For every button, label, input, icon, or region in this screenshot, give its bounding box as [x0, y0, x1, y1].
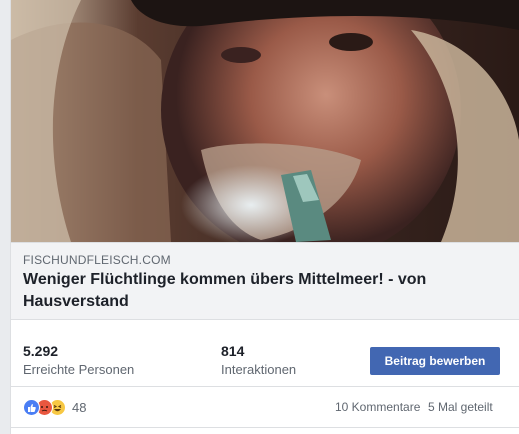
reactions-summary[interactable]: 48	[23, 398, 86, 416]
link-preview[interactable]: FISCHUNDFLEISCH.COM Weniger Flüchtlinge …	[11, 242, 519, 320]
portrait-photo	[11, 0, 519, 242]
post-card: FISCHUNDFLEISCH.COM Weniger Flüchtlinge …	[10, 0, 519, 434]
engagement-label: Interaktionen	[221, 362, 297, 377]
boost-post-button[interactable]: Beitrag bewerben	[370, 347, 500, 375]
comments-link[interactable]: 10 Kommentare	[335, 400, 420, 414]
like-icon	[23, 398, 40, 416]
divider	[11, 386, 519, 387]
divider	[11, 427, 519, 428]
link-headline[interactable]: Weniger Flüchtlinge kommen übers Mittelm…	[23, 269, 503, 313]
post-image[interactable]	[11, 0, 519, 242]
engagement-value: 814	[221, 343, 245, 359]
reach-label: Erreichte Personen	[23, 362, 135, 377]
reach-value: 5.292	[23, 343, 59, 359]
link-domain: FISCHUNDFLEISCH.COM	[23, 253, 171, 267]
shares-link[interactable]: 5 Mal geteilt	[428, 400, 493, 414]
reaction-count: 48	[72, 399, 87, 415]
